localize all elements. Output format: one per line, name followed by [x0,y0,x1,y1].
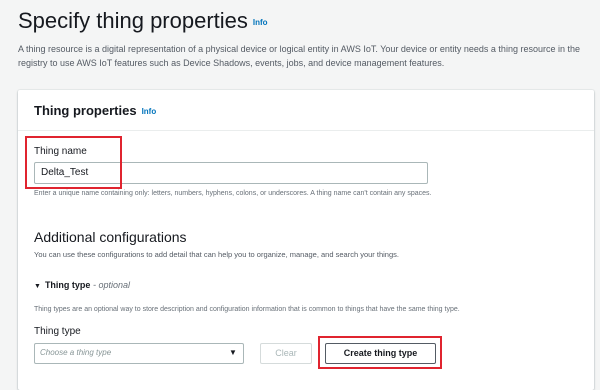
optional-label: - optional [92,280,130,290]
page-title: Specify thing properties Info [18,8,268,34]
page-title-text: Specify thing properties [18,8,248,33]
thing-type-toggle-label: Thing type [44,280,91,290]
clear-button[interactable]: Clear [260,343,312,364]
panel-info-link[interactable]: Info [142,107,157,116]
thing-type-expander[interactable]: ▼ Thing type - optional [34,280,130,290]
additional-config-title: Additional configurations [34,229,187,245]
additional-config-description: You can use these configurations to add … [34,250,399,259]
caret-down-icon: ▼ [34,283,41,290]
thing-type-label: Thing type [34,326,81,337]
select-caret-icon: ▼ [229,348,237,357]
page-info-link[interactable]: Info [253,18,268,27]
panel-title: Thing properties Info [34,103,156,118]
thing-type-select-placeholder: Choose a thing type [40,348,112,357]
thing-type-description: Thing types are an optional way to store… [34,306,460,313]
create-button-highlight-box [318,336,442,369]
thing-name-highlight-box [25,136,122,189]
panel-title-text: Thing properties [34,103,137,118]
page-description: A thing resource is a digital representa… [18,44,580,68]
thing-name-hint: Enter a unique name containing only: let… [34,190,432,197]
